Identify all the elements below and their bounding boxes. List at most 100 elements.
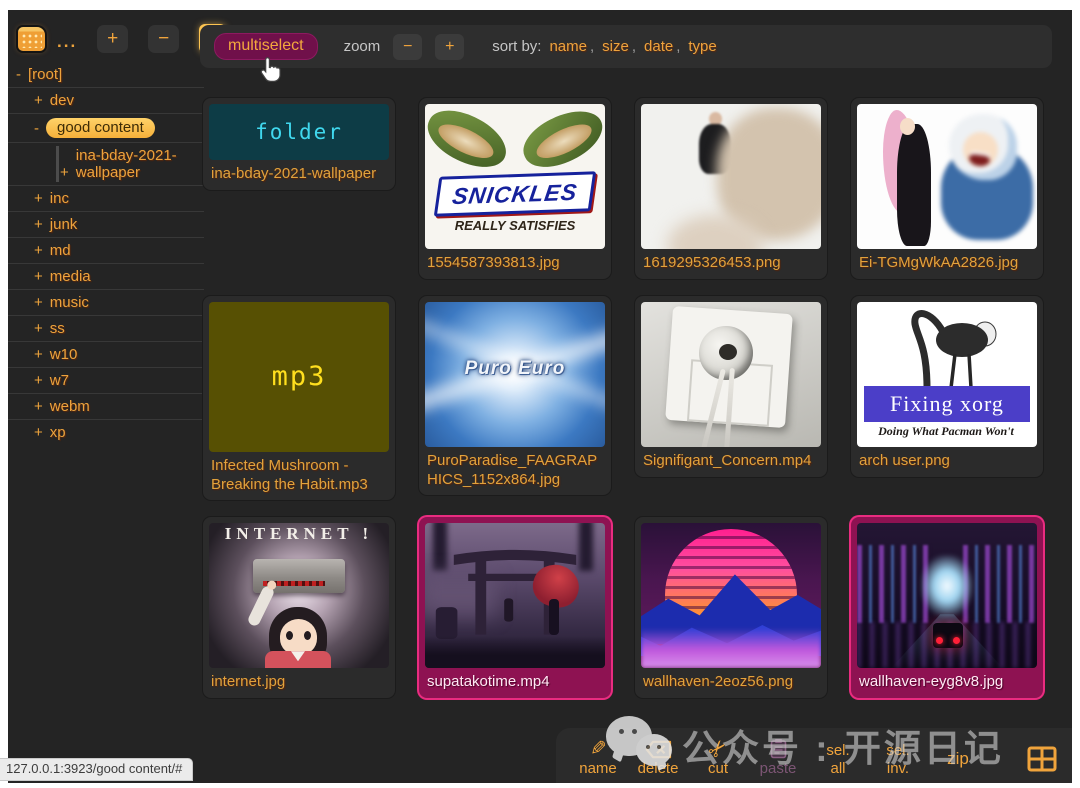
sort-size-link[interactable]: size [602, 38, 629, 55]
file-card-arch[interactable]: Fixing xorg Doing What Pacman Won't arch… [850, 295, 1044, 478]
banner-tagline: Doing What Pacman Won't [857, 424, 1035, 439]
grid-view-icon [1026, 745, 1058, 773]
ground-shadow [425, 636, 605, 668]
zip-button[interactable]: zip [938, 749, 978, 777]
file-label: Ei-TGMgWkAA2826.jpg [857, 249, 1037, 275]
paste-button-disabled[interactable]: paste [758, 738, 798, 777]
image-thumbnail: Puro Euro [425, 302, 605, 447]
image-thumbnail [857, 104, 1037, 249]
file-card-puro[interactable]: Puro Euro PuroParadise_FAAGRAPHICS_1152x… [418, 295, 612, 497]
scissors-icon: ✂ [704, 736, 731, 763]
expand-toggle[interactable]: + [34, 242, 43, 259]
folder-thumbnail: folder [209, 104, 389, 160]
tree-item-ss[interactable]: + ss [8, 315, 204, 341]
file-card-city-selected[interactable]: wallhaven-eyg8v8.jpg [850, 516, 1044, 699]
expand-toggle[interactable]: + [60, 164, 69, 181]
tree-item-label: [root] [28, 66, 62, 83]
expand-toggle[interactable]: + [34, 372, 43, 389]
tree-item-w10[interactable]: + w10 [8, 341, 204, 367]
expand-toggle[interactable]: + [34, 346, 43, 363]
file-label: supatakotime.mp4 [425, 668, 605, 694]
zoom-label: zoom [344, 38, 381, 55]
tree-item-inc[interactable]: + inc [8, 185, 204, 211]
file-card-supatakotime-selected[interactable]: supatakotime.mp4 [418, 516, 612, 699]
file-label: wallhaven-eyg8v8.jpg [857, 668, 1037, 694]
snickles-tagline: REALLY SATISFIES [425, 218, 605, 233]
file-card-anime[interactable]: Ei-TGMgWkAA2826.jpg [850, 97, 1044, 280]
sort-name-link[interactable]: name [549, 38, 587, 55]
file-card-folder[interactable]: folder ina-bday-2021-wallpaper [202, 97, 396, 191]
file-card-snickles[interactable]: SNICKLES REALLY SATISFIES 1554587393813.… [418, 97, 612, 280]
pointing-arm-shape [246, 585, 275, 628]
grid-view-button[interactable] [1026, 745, 1058, 777]
tree-item-junk[interactable]: + junk [8, 211, 204, 237]
tree-item-ina-bday-2021-wallpaper[interactable]: + ina-bday-2021-wallpaper [8, 142, 204, 185]
snake-half-right [515, 104, 605, 178]
expand-toggle[interactable]: + [34, 92, 43, 109]
app-window: ... + − a - [root] + dev - good content … [8, 10, 1072, 783]
file-card-internet[interactable]: INTERNET ! internet.jpg [202, 516, 396, 699]
sort-controls: sort by: name , size , date , type [492, 38, 716, 55]
snickles-brand-text: SNICKLES [451, 178, 580, 209]
sort-type-link[interactable]: type [688, 38, 716, 55]
delete-button[interactable]: delete [638, 740, 678, 777]
neon-buildings [857, 545, 931, 623]
tree-item-music[interactable]: + music [8, 289, 204, 315]
blurred-figure [933, 114, 1033, 240]
file-label: arch user.png [857, 447, 1037, 473]
more-dots[interactable]: ... [57, 32, 77, 52]
expand-toggle[interactable]: + [34, 190, 43, 207]
expand-toggle[interactable]: + [34, 294, 43, 311]
tree-item-root[interactable]: - [root] [8, 62, 204, 87]
separator: , [590, 38, 594, 55]
zoom-in-button[interactable]: + [435, 34, 464, 60]
tree-item-xp[interactable]: + xp [8, 419, 204, 445]
paste-label: paste [760, 760, 797, 777]
black-dress-shape [897, 124, 931, 246]
face-shape [900, 118, 915, 135]
expand-toggle[interactable]: + [34, 320, 43, 337]
sort-date-link[interactable]: date [644, 38, 673, 55]
copyparty-logo-bread-icon[interactable] [18, 27, 45, 51]
sort-by-label: sort by: [492, 38, 541, 55]
cut-button[interactable]: ✂ cut [698, 739, 738, 777]
collapse-toggle[interactable]: - [34, 120, 39, 137]
tree-item-label: md [50, 242, 71, 259]
zoom-out-button[interactable]: − [393, 34, 422, 60]
file-card-socket[interactable]: Signifigant_Concern.mp4 [634, 295, 828, 478]
expand-toggle[interactable]: + [34, 424, 43, 441]
file-card-throw[interactable]: 1619295326453.png [634, 97, 828, 280]
tree-item-webm[interactable]: + webm [8, 393, 204, 419]
select-invert-button[interactable]: sel. inv. [878, 742, 918, 777]
directory-tree: - [root] + dev - good content + ina-bday… [8, 62, 204, 445]
file-card-mp3[interactable]: mp3 Infected Mushroom - Breaking the Hab… [202, 295, 396, 502]
image-thumbnail: Fixing xorg Doing What Pacman Won't [857, 302, 1037, 447]
expand-toggle[interactable]: + [34, 216, 43, 233]
expand-toggle[interactable]: + [34, 268, 43, 285]
hand-cursor [258, 56, 284, 84]
collapse-toggle[interactable]: - [16, 66, 21, 83]
tree-item-label: ina-bday-2021-wallpaper [76, 147, 188, 181]
image-thumbnail: INTERNET ! [209, 523, 389, 668]
rename-button[interactable]: ✎ name [578, 739, 618, 777]
folder-tile-text: folder [255, 120, 343, 144]
tree-item-w7[interactable]: + w7 [8, 367, 204, 393]
tree-narrow-button[interactable]: − [148, 25, 179, 53]
tree-item-label: junk [50, 216, 78, 233]
file-label: 1554587393813.jpg [425, 249, 605, 275]
tree-item-md[interactable]: + md [8, 237, 204, 263]
select-all-button[interactable]: sel. all [818, 742, 858, 777]
tree-item-dev[interactable]: + dev [8, 87, 204, 113]
file-grid: folder ina-bday-2021-wallpaper SNICKLES … [202, 97, 1044, 699]
expand-toggle[interactable]: + [34, 398, 43, 415]
tree-widen-button[interactable]: + [97, 25, 128, 53]
zip-label: zip [947, 749, 969, 769]
select-invert-label-line2: inv. [887, 760, 909, 777]
tree-item-good-content[interactable]: - good content [8, 113, 204, 142]
video-thumbnail [425, 523, 605, 668]
select-invert-label-line1: sel. [886, 742, 909, 759]
pencil-icon: ✎ [590, 739, 607, 759]
tree-item-media[interactable]: + media [8, 263, 204, 289]
delete-icon [645, 740, 672, 759]
file-card-synthwave[interactable]: wallhaven-2eoz56.png [634, 516, 828, 699]
